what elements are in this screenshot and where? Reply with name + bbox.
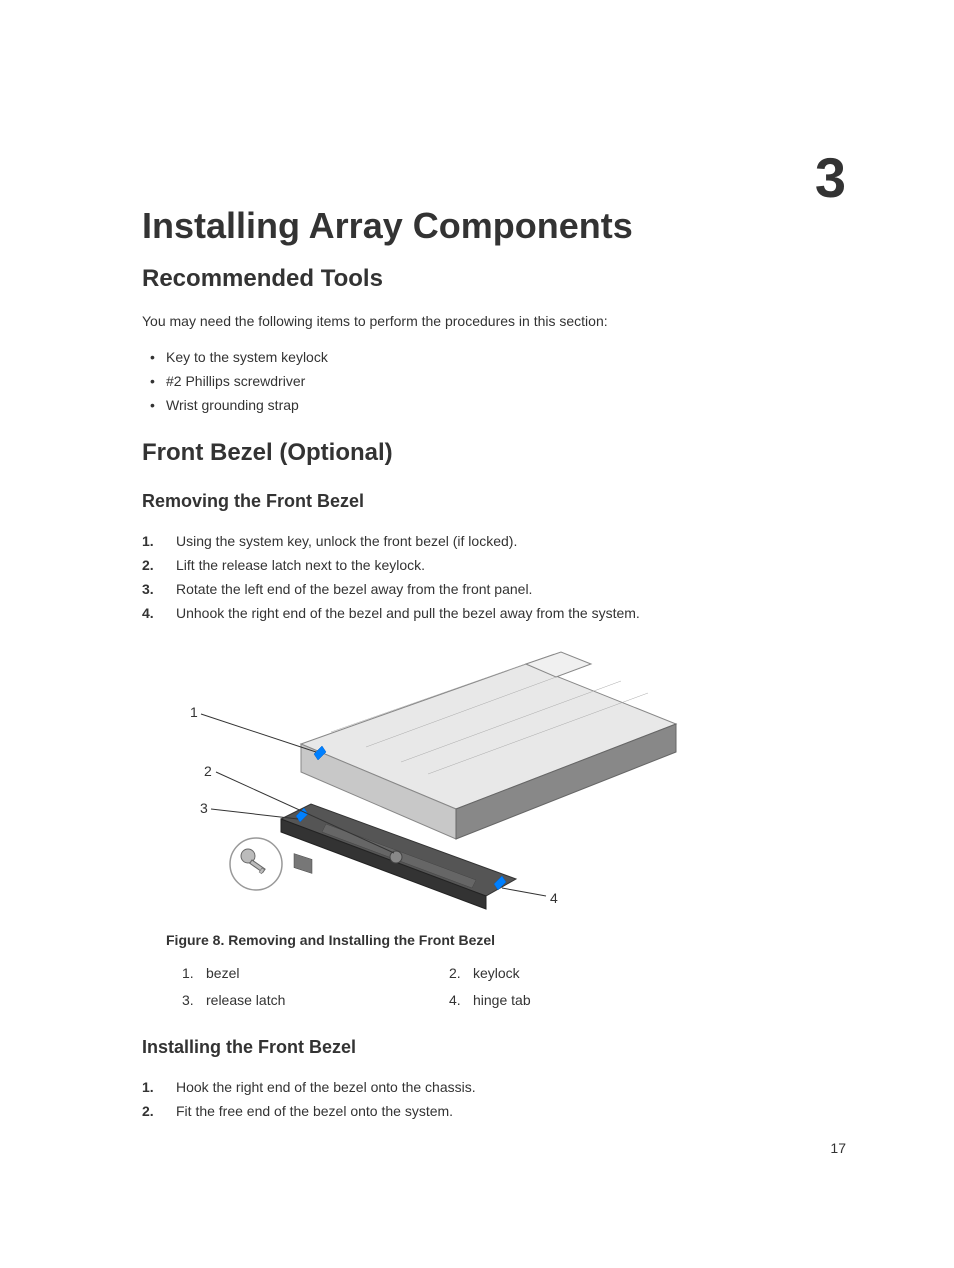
list-item: 3.Rotate the left end of the bezel away …	[142, 578, 846, 602]
list-item: #2 Phillips screwdriver	[142, 370, 846, 394]
figure-caption: Figure 8. Removing and Installing the Fr…	[166, 932, 696, 948]
page-number: 17	[830, 1140, 846, 1156]
removing-bezel-steps: 1.Using the system key, unlock the front…	[142, 530, 846, 625]
diagram-label-1: 1	[190, 704, 198, 720]
list-item: 4.Unhook the right end of the bezel and …	[142, 602, 846, 626]
section-front-bezel-title: Front Bezel (Optional)	[142, 439, 846, 467]
callout-item: 4. hinge tab	[449, 989, 696, 1013]
chapter-number: 3	[815, 145, 846, 210]
figure-callout-legend: 1. bezel 2. keylock 3. release latch 4. …	[182, 962, 696, 1014]
removing-bezel-title: Removing the Front Bezel	[142, 491, 846, 512]
section-recommended-tools-title: Recommended Tools	[142, 265, 846, 293]
installing-bezel-title: Installing the Front Bezel	[142, 1037, 846, 1058]
figure-diagram: 1 2 3 4	[166, 644, 696, 914]
list-item: Wrist grounding strap	[142, 394, 846, 418]
callout-item: 1. bezel	[182, 962, 429, 986]
figure-container: 1 2 3 4 Figure 8. Removing and Installin…	[166, 644, 696, 1014]
bezel-diagram-svg	[166, 644, 696, 914]
diagram-label-2: 2	[204, 763, 212, 779]
diagram-label-3: 3	[200, 800, 208, 816]
callout-item: 2. keylock	[449, 962, 696, 986]
list-item: 1.Hook the right end of the bezel onto t…	[142, 1076, 846, 1100]
recommended-tools-intro: You may need the following items to perf…	[142, 311, 846, 332]
list-item: 2.Fit the free end of the bezel onto the…	[142, 1100, 846, 1124]
recommended-tools-list: Key to the system keylock #2 Phillips sc…	[142, 346, 846, 417]
installing-bezel-steps: 1.Hook the right end of the bezel onto t…	[142, 1076, 846, 1124]
list-item: Key to the system keylock	[142, 346, 846, 370]
list-item: 2.Lift the release latch next to the key…	[142, 554, 846, 578]
diagram-label-4: 4	[550, 890, 558, 906]
callout-item: 3. release latch	[182, 989, 429, 1013]
chapter-title: Installing Array Components	[142, 205, 846, 247]
list-item: 1.Using the system key, unlock the front…	[142, 530, 846, 554]
